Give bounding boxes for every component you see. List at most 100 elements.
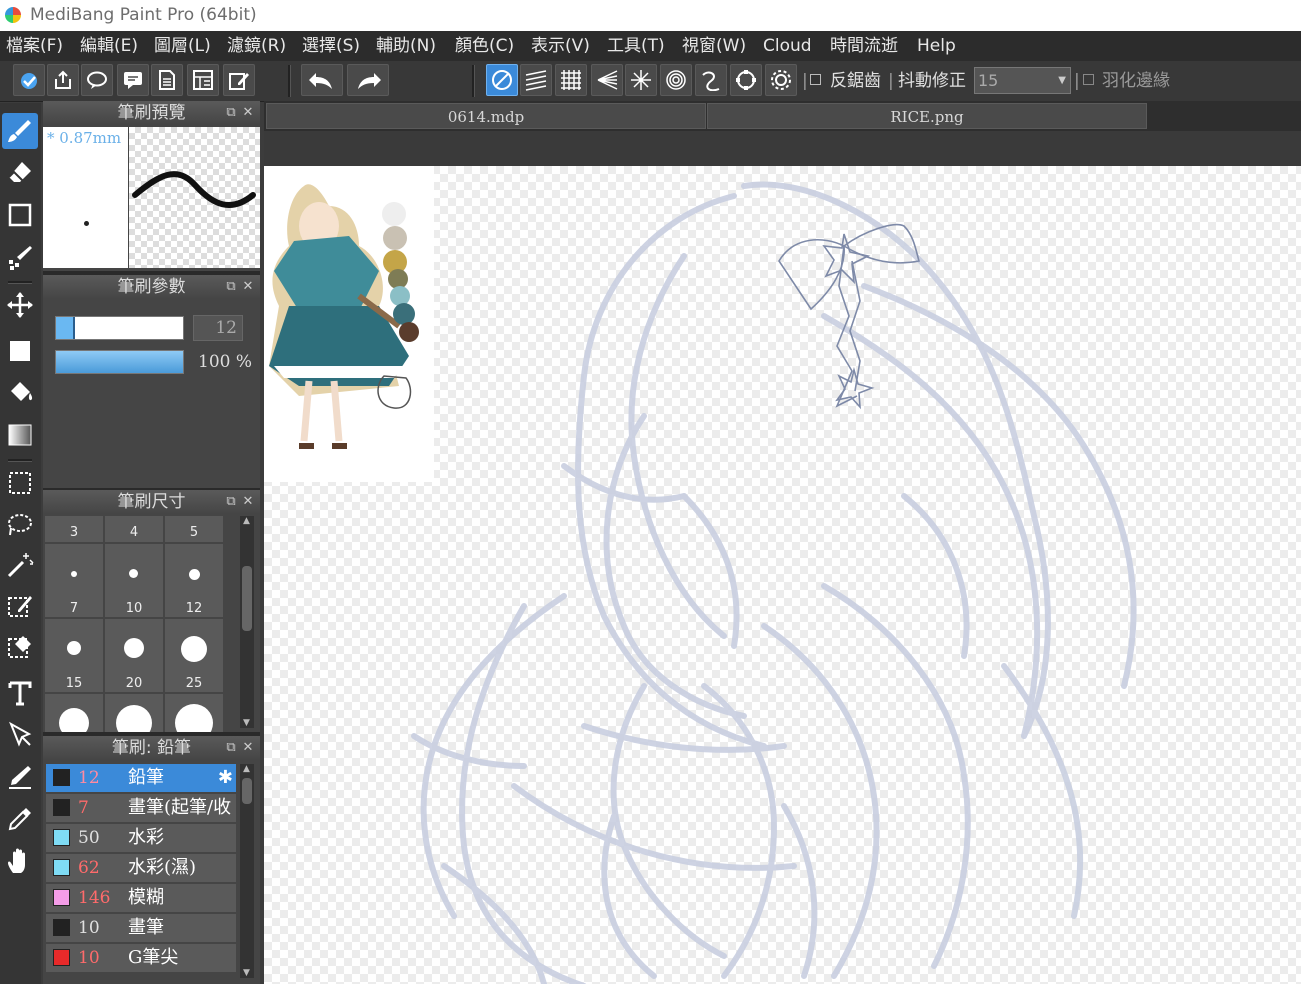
menu-color[interactable]: 顏色(C) [455,31,514,61]
shape-tool[interactable] [2,197,38,233]
brush-opacity-slider[interactable] [55,350,184,374]
magic-wand-tool[interactable] [2,547,38,583]
redo-icon [358,73,381,89]
gradient-tool[interactable] [2,417,38,453]
curve-snap-button[interactable] [695,64,727,96]
brush-size-scrollbar[interactable]: ▲ ▼ [240,516,254,728]
bucket-tool[interactable] [2,375,38,411]
brush-size-cell[interactable]: 25 [165,619,223,692]
menu-filter[interactable]: 濾鏡(R) [227,31,286,61]
lasso-tool[interactable] [2,506,38,542]
brush-settings-gear-icon[interactable]: ✱ [218,767,233,788]
edit-layout-button[interactable] [223,64,255,96]
brush-width-slider[interactable] [55,316,184,340]
scroll-down-icon[interactable]: ▼ [243,968,250,978]
select-eraser-tool[interactable] [2,629,38,665]
brush-size-cell[interactable]: 15 [45,619,103,692]
brush-size-cell[interactable]: 7 [45,544,103,617]
layout-button[interactable] [187,64,219,96]
undo-button[interactable] [301,64,343,96]
scroll-down-icon[interactable]: ▼ [243,718,250,728]
snap-settings-button[interactable] [765,64,797,96]
operation-tool[interactable] [2,717,38,753]
tab-rice-png[interactable]: RICE.png [707,103,1147,129]
scroll-thumb[interactable] [242,566,252,631]
menu-file[interactable]: 檔案(F) [6,31,63,61]
eyedropper-tool[interactable] [2,801,38,837]
feather-label: 羽化邊緣 [1102,71,1170,91]
menu-tools[interactable]: 工具(T) [607,31,665,61]
menu-window[interactable]: 視窗(W) [682,31,746,61]
brush-list-scrollbar[interactable]: ▲ ▼ [240,764,254,978]
menu-cloud[interactable]: Cloud [763,31,812,61]
radial-lines-icon [597,70,618,90]
rectangle-fill-tool[interactable] [2,333,38,369]
brush-size-cell[interactable]: 10 [105,544,163,617]
antialias-checkbox[interactable] [810,74,821,85]
brush-color-swatch [53,799,70,816]
brush-list-item[interactable]: 62 水彩(濕) [46,854,236,884]
brush-list-item[interactable]: 146 模糊 [46,884,236,914]
close-icon[interactable]: ✕ [241,101,255,125]
text-tool[interactable] [2,675,38,711]
page-button[interactable] [151,64,183,96]
tab-0614-mdp[interactable]: 0614.mdp [266,103,706,129]
brush-list-item[interactable]: 10 G筆尖 [46,944,236,974]
menu-assist[interactable]: 輔助(N) [376,31,436,61]
brush-color-swatch [53,889,70,906]
brush-list-item[interactable]: 10 畫筆 [46,914,236,944]
divide-pen-tool[interactable] [2,759,38,795]
popout-icon[interactable]: ⧉ [224,275,238,299]
menu-view[interactable]: 表示(V) [531,31,590,61]
menu-layer[interactable]: 圖層(L) [154,31,211,61]
ellipse-snap-button[interactable] [730,64,762,96]
brush-size-cell[interactable]: 5 [165,516,223,542]
radial-snap-button[interactable] [591,64,623,96]
menu-timelapse[interactable]: 時間流逝 [830,31,898,61]
brush-size-cell[interactable]: 12 [165,544,223,617]
menu-edit[interactable]: 編輯(E) [80,31,138,61]
speech-bubble-button[interactable] [81,64,113,96]
close-icon[interactable]: ✕ [241,275,255,299]
menu-help[interactable]: Help [917,31,956,61]
brush-list-item[interactable]: 50 水彩 [46,824,236,854]
brush-size-cell[interactable] [105,694,163,732]
brush-size-cell[interactable]: 3 [45,516,103,542]
parallel-snap-button[interactable] [520,64,552,96]
popout-icon[interactable]: ⧉ [224,736,238,760]
hand-tool[interactable] [2,843,38,879]
drawing-canvas[interactable] [264,166,1301,984]
brush-size-cell[interactable]: 4 [105,516,163,542]
move-tool[interactable] [2,287,38,323]
brush-tool[interactable] [2,113,38,149]
select-rect-tool[interactable] [2,465,38,501]
focus-snap-button[interactable] [625,64,657,96]
brush-size-cell[interactable] [45,694,103,732]
panel-title: 筆刷參數 [117,277,186,297]
brush-list-item[interactable]: 12 鉛筆 ✱ [46,764,236,794]
grid-snap-button[interactable] [555,64,587,96]
eraser-tool[interactable] [2,155,38,191]
feather-checkbox[interactable] [1083,74,1094,85]
menu-select[interactable]: 選擇(S) [302,31,360,61]
redo-button[interactable] [347,64,389,96]
concentric-snap-button[interactable] [660,64,692,96]
comment-button[interactable] [117,64,149,96]
close-icon[interactable]: ✕ [241,490,255,514]
select-pen-tool[interactable] [2,588,38,624]
popout-icon[interactable]: ⧉ [224,490,238,514]
share-button[interactable] [47,64,79,96]
close-icon[interactable]: ✕ [241,736,255,760]
scroll-up-icon[interactable]: ▲ [243,516,250,526]
popout-icon[interactable]: ⧉ [224,101,238,125]
stabilizer-select[interactable]: 15 ▼ [974,67,1071,94]
snap-off-button[interactable] [486,64,518,96]
fill-brush-tool[interactable] [2,239,38,275]
scroll-up-icon[interactable]: ▲ [243,764,250,774]
brush-list-item[interactable]: 7 畫筆(起筆/收 [46,794,236,824]
brush-width-input[interactable]: 12 [193,315,243,341]
brush-size-cell[interactable] [165,694,223,732]
cloud-check-button[interactable] [13,64,45,96]
scroll-thumb[interactable] [242,778,252,804]
brush-size-cell[interactable]: 20 [105,619,163,692]
